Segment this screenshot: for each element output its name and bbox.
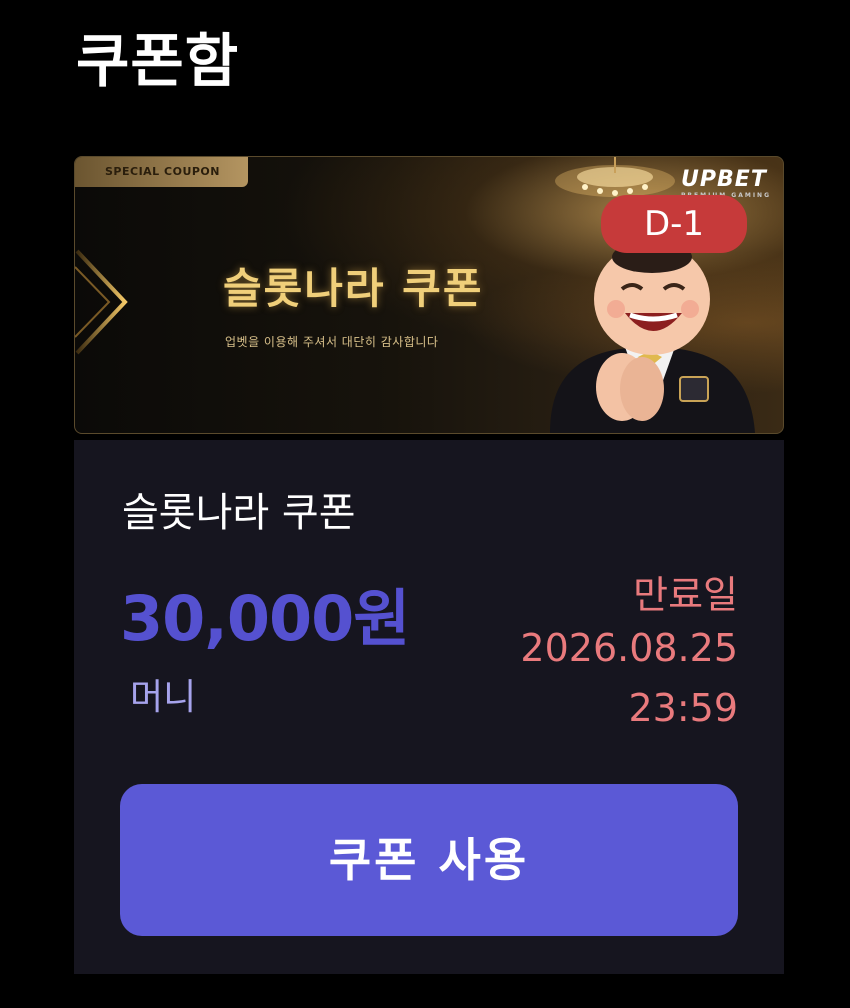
expiry-time: 23:59: [628, 686, 738, 730]
expiry-label: 만료일: [633, 573, 738, 617]
coupon-name: 슬롯나라 쿠폰: [122, 490, 356, 536]
coupon-type: 머니: [130, 677, 197, 718]
page-title: 쿠폰함: [76, 27, 240, 95]
expiry-date: 2026.08.25: [520, 626, 738, 670]
special-coupon-chip: SPECIAL COUPON: [75, 157, 248, 187]
coupon-banner[interactable]: SPECIAL COUPON 슬롯나라 쿠폰 업벳을 이용해 주셔서 대단히 감…: [74, 156, 784, 434]
brand-name: UPBET: [681, 167, 767, 192]
coupon-card: 슬롯나라 쿠폰 30,000원 머니 만료일 2026.08.25 23:59 …: [74, 440, 784, 974]
d-day-badge: D-1: [601, 195, 747, 253]
banner-title: 슬롯나라 쿠폰: [223, 264, 484, 313]
coupon-box-page: 쿠폰함 SPECIAL COUPON 슬롯나라 쿠폰 업벳을 이용해 주셔서 대…: [0, 0, 850, 1008]
chevron-right-icon: [75, 249, 128, 355]
banner-subtitle: 업벳을 이용해 주셔서 대단히 감사합니다: [225, 335, 439, 349]
use-coupon-button[interactable]: 쿠폰 사용: [120, 784, 738, 936]
coupon-amount: 30,000원: [120, 582, 410, 655]
